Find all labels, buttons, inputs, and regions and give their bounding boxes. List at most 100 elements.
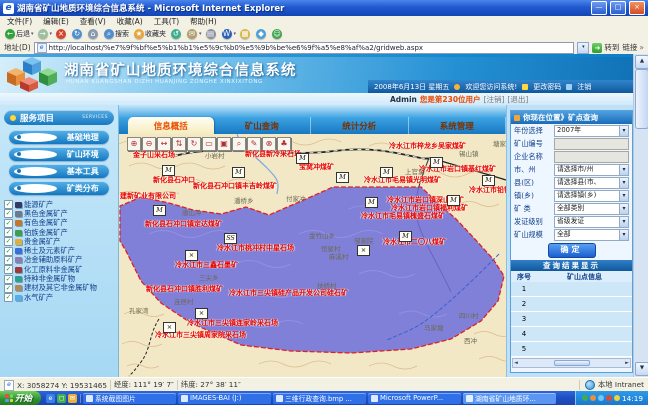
scrollbar-thumb[interactable]: [554, 360, 590, 366]
mine-label[interactable]: 冷水江市毛易镇槐盛石煤矿: [361, 211, 445, 221]
field-control[interactable]: 省级发证: [554, 216, 629, 228]
mine-label[interactable]: 冷水江市二〇八煤矿: [383, 237, 446, 247]
mine-marker[interactable]: M: [399, 231, 412, 242]
mineral-layer-item[interactable]: 冶金辅助原料矿产: [0, 256, 118, 265]
mine-marker[interactable]: ×: [185, 250, 198, 261]
mine-label[interactable]: 冷水江市毛易镇光明煤矿: [364, 175, 441, 185]
exit-link[interactable]: [退出]: [507, 94, 528, 105]
mine-label[interactable]: 冷水江市三鑫石墨矿: [175, 260, 238, 270]
mine-marker[interactable]: ×: [195, 308, 208, 319]
zoom-in-tool[interactable]: ⊕: [127, 137, 141, 151]
scroll-right-icon[interactable]: ►: [625, 360, 629, 366]
task-button[interactable]: Microsoft PowerP...: [368, 393, 461, 404]
mineral-layer-item[interactable]: 稀土及元素矿产: [0, 246, 118, 255]
folder-button[interactable]: ▦: [240, 29, 252, 39]
mine-label[interactable]: 新化县石冲口镇胜利煤矿: [146, 284, 223, 294]
task-button[interactable]: 湖南省矿山地质环...: [463, 393, 556, 404]
scroll-left-icon[interactable]: ◄: [514, 360, 518, 366]
mine-label[interactable]: 新化县新冷采石场: [245, 149, 301, 159]
tab[interactable]: 系统管理: [409, 117, 506, 134]
checkbox-checked-icon[interactable]: [4, 284, 13, 293]
tray-icon[interactable]: [606, 395, 612, 401]
discuss-button[interactable]: ◆: [256, 29, 268, 39]
task-button[interactable]: IMAGES-BAI (J:): [178, 393, 271, 404]
mineral-layer-item[interactable]: 黑色金属矿产: [0, 209, 118, 218]
search-button[interactable]: ⌕ 搜索: [104, 29, 130, 39]
forward-button[interactable]: → ▾: [38, 29, 53, 39]
field-control[interactable]: 全部: [554, 229, 629, 241]
mine-marker[interactable]: M: [232, 167, 245, 178]
history-button[interactable]: ↺: [171, 29, 183, 39]
checkbox-checked-icon[interactable]: [4, 275, 13, 284]
menu-item[interactable]: 帮助(H): [190, 16, 217, 27]
mine-label[interactable]: 建新矿业有限公司: [120, 191, 176, 201]
address-input[interactable]: e http://localhost/%e7%9f%bf%e5%b1%b1%e5…: [34, 42, 575, 54]
mine-label[interactable]: 冷水江市桃冲村中星石场: [217, 243, 294, 253]
back-button[interactable]: ← 后退 ▾: [5, 29, 34, 39]
mine-marker[interactable]: M: [336, 172, 349, 183]
checkbox-checked-icon[interactable]: [4, 200, 13, 209]
field-control[interactable]: [554, 151, 629, 163]
task-button[interactable]: 系统截图图片: [83, 393, 176, 404]
mine-marker[interactable]: ×: [163, 322, 176, 333]
mine-marker[interactable]: M: [430, 157, 443, 168]
mine-label[interactable]: 冷水江市铅锌矿: [469, 185, 506, 195]
mine-label[interactable]: 新化县石冲口镇定达煤矿: [145, 219, 222, 229]
checkbox-checked-icon[interactable]: [4, 219, 13, 228]
tray-icon[interactable]: [582, 395, 588, 401]
mine-label[interactable]: 冷水江市梓龙乡吴家煤矿: [389, 141, 466, 151]
mineral-layer-item[interactable]: 建材及其它非金属矿物: [0, 284, 118, 293]
mine-label[interactable]: 冷水江市三尖镇连家岭采石场: [187, 318, 278, 328]
stop-button[interactable]: ×: [56, 29, 68, 39]
links-button[interactable]: 链接 »: [622, 42, 644, 53]
quick-launch-icon[interactable]: e: [46, 394, 55, 403]
menu-item[interactable]: 工具(T): [154, 16, 179, 27]
field-control[interactable]: 请选择镇(乡): [554, 190, 629, 202]
menu-item[interactable]: 编辑(E): [43, 16, 69, 27]
mine-marker[interactable]: SS: [224, 233, 237, 244]
table-row[interactable]: 4: [511, 327, 632, 342]
checkbox-checked-icon[interactable]: [4, 237, 13, 246]
mine-marker[interactable]: M: [447, 195, 460, 206]
scroll-down-icon[interactable]: ▼: [635, 362, 648, 376]
sidebar-section-button[interactable]: 基础地理: [9, 130, 109, 144]
sidebar-section-button[interactable]: 矿类分布: [9, 181, 109, 195]
mineral-layer-item[interactable]: 贵金属矿产: [0, 237, 118, 246]
home-button[interactable]: ⌂: [88, 29, 100, 39]
mine-marker[interactable]: M: [296, 153, 309, 164]
scroll-up-icon[interactable]: ▲: [635, 55, 648, 69]
mine-label[interactable]: 新化县石冲口镇丰吉岭煤矿: [193, 181, 277, 191]
maximize-button[interactable]: □: [610, 1, 626, 15]
task-button[interactable]: 三维行政查询.bmp ...: [273, 393, 366, 404]
measure-tool[interactable]: ⇅: [172, 137, 186, 151]
mine-marker[interactable]: M: [153, 205, 166, 216]
tab[interactable]: 统计分析: [311, 117, 408, 134]
go-button[interactable]: ➜ 转到: [592, 42, 619, 53]
table-row[interactable]: 1: [511, 282, 632, 297]
pan-tool[interactable]: ↔: [157, 137, 171, 151]
mine-label[interactable]: 金子山采石场: [133, 150, 175, 160]
field-control[interactable]: 2007年: [554, 125, 629, 137]
checkbox-checked-icon[interactable]: [4, 209, 13, 218]
zoom-out-tool[interactable]: ⊖: [142, 137, 156, 151]
field-control[interactable]: 全部类别: [554, 203, 629, 215]
checkbox-checked-icon[interactable]: [4, 256, 13, 265]
mine-label[interactable]: 新化县石冲口: [153, 175, 195, 185]
field-control[interactable]: [554, 138, 629, 150]
quick-launch-icon[interactable]: ◻: [57, 394, 66, 403]
map-canvas[interactable]: ⊕⊖↔⇅↻▭▣⌕✎⊗♣ 金子山采石场新化县新冷采石场冷水江市梓龙乡吴家煤矿冷水江…: [119, 134, 506, 377]
minimize-button[interactable]: —: [591, 1, 607, 15]
print-button[interactable]: ▤: [206, 29, 218, 39]
mineral-layer-item[interactable]: 能源矿产: [0, 200, 118, 209]
menu-item[interactable]: 查看(V): [80, 16, 106, 27]
field-control[interactable]: 请选择县(市、: [554, 177, 629, 189]
address-dropdown-button[interactable]: ▾: [577, 42, 589, 54]
submit-button[interactable]: 确定: [548, 243, 596, 258]
start-button[interactable]: 开始: [0, 391, 41, 405]
full-extent-tool[interactable]: ↻: [187, 137, 201, 151]
menu-item[interactable]: 文件(F): [7, 16, 32, 27]
mineral-layer-item[interactable]: 特种非金属矿物: [0, 274, 118, 283]
results-horizontal-scrollbar[interactable]: ◄ ►: [512, 358, 631, 368]
checkbox-checked-icon[interactable]: [4, 265, 13, 274]
scrollbar-thumb[interactable]: [635, 69, 648, 129]
